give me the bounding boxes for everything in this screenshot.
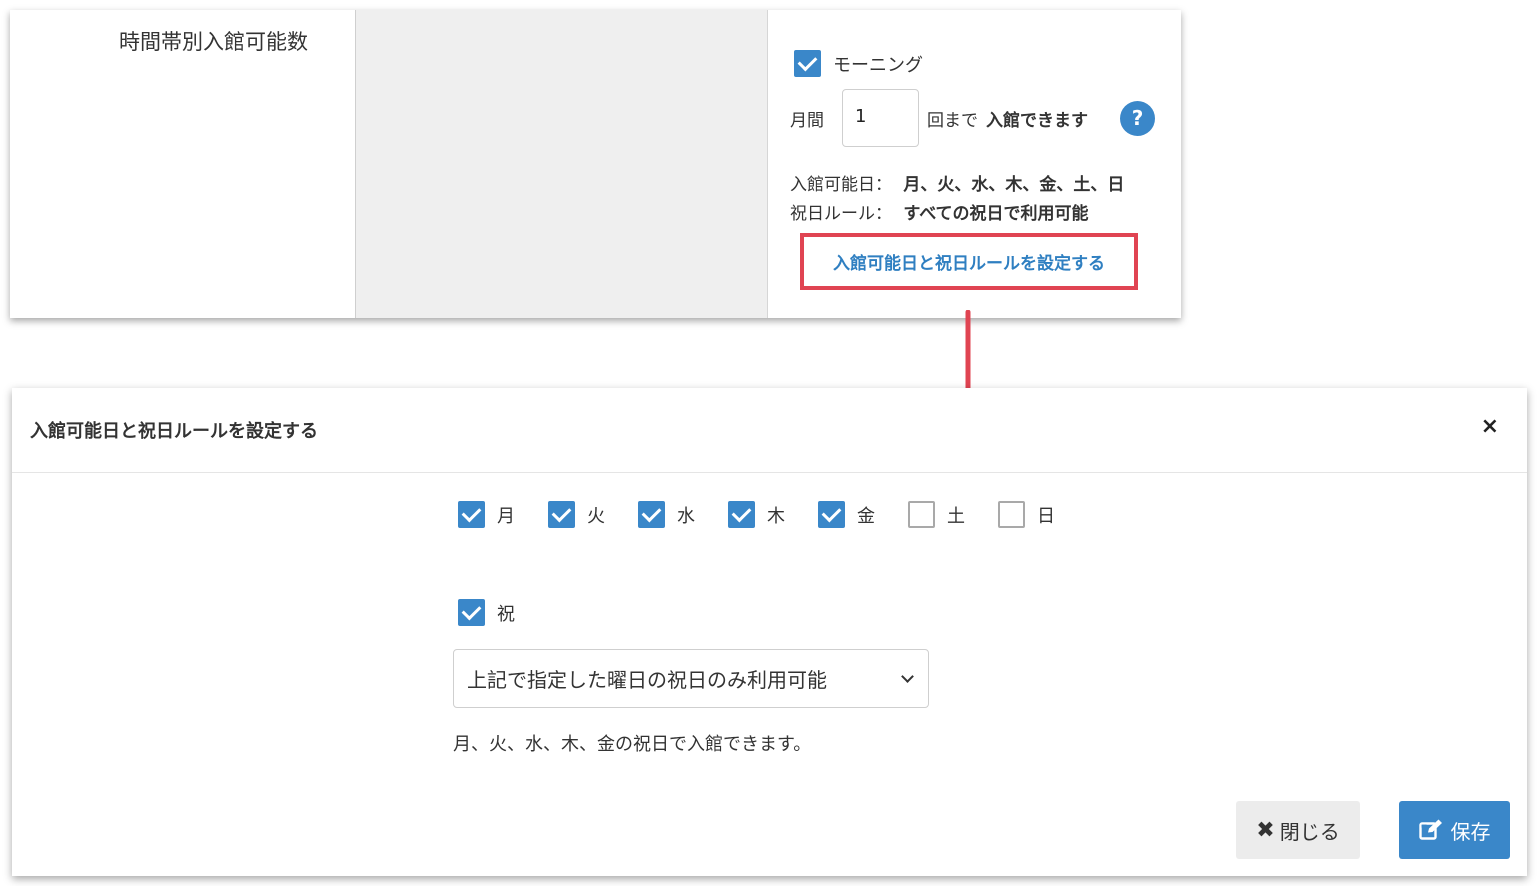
day-option-thu[interactable]: 木 (728, 501, 818, 528)
day-label: 日 (1037, 505, 1055, 527)
count-suffix: 回まで (927, 110, 978, 131)
holiday-note: 月、火、水、木、金の祝日で入館できます。 (453, 734, 812, 755)
plan-checkbox[interactable] (794, 50, 821, 77)
holiday-rule-select[interactable]: 上記で指定した曜日の祝日のみ利用可能 (453, 649, 929, 708)
edit-icon (1418, 819, 1442, 840)
checkbox[interactable] (818, 501, 845, 528)
holiday-info: 祝日ルール： すべての祝日で利用可能 (790, 199, 1089, 224)
set-days-rule-link[interactable]: 入館可能日と祝日ルールを設定する (833, 249, 1105, 274)
row-title: 時間帯別入館可能数 (119, 30, 308, 54)
modal-header: 入館可能日と祝日ルールを設定する × (12, 388, 1527, 473)
chevron-down-icon (901, 670, 914, 683)
save-button-label: 保存 (1450, 819, 1491, 844)
holiday-rule-value: 上記で指定した曜日の祝日のみ利用可能 (467, 668, 827, 692)
checkbox[interactable] (998, 501, 1025, 528)
checkbox[interactable] (458, 501, 485, 528)
close-button[interactable]: ✖ 閉じる (1236, 801, 1360, 859)
holiday-label: 祝 (497, 603, 515, 625)
modal-dialog: 入館可能日と祝日ルールを設定する × 月 火 水 木 金 土 日 祝 上記で指定… (12, 388, 1527, 876)
monthly-limit-row: 月間 1 回まで 入館できます (790, 89, 1088, 147)
day-label: 土 (947, 505, 965, 527)
checkbox[interactable] (728, 501, 755, 528)
days-info-label: 入館可能日： (790, 175, 892, 195)
day-label: 月 (497, 505, 515, 527)
day-label: 金 (857, 505, 875, 527)
holiday-info-label: 祝日ルール： (790, 204, 892, 224)
holiday-info-value: すべての祝日で利用可能 (903, 204, 1089, 224)
day-option-fri[interactable]: 金 (818, 501, 908, 528)
plan-checkbox-row[interactable]: モーニング (794, 50, 923, 77)
holiday-checkbox[interactable] (458, 599, 485, 626)
setting-table-row: 時間帯別入館可能数 モーニング 月間 1 回まで 入館できます ? 入館可能日：… (10, 10, 1181, 318)
checkbox[interactable] (908, 501, 935, 528)
day-option-wed[interactable]: 水 (638, 501, 728, 528)
save-button[interactable]: 保存 (1399, 801, 1510, 859)
day-label: 火 (587, 505, 605, 527)
plan-name: モーニング (833, 54, 923, 76)
weekday-checkboxes: 月 火 水 木 金 土 日 (458, 501, 1088, 528)
monthly-prefix: 月間 (790, 110, 824, 131)
count-input[interactable]: 1 (842, 89, 919, 147)
close-button-label: 閉じる (1279, 819, 1340, 844)
day-label: 木 (767, 505, 785, 527)
checkbox[interactable] (548, 501, 575, 528)
help-icon[interactable]: ? (1120, 101, 1155, 136)
empty-cell (356, 10, 768, 318)
close-x-icon: ✖ (1256, 817, 1275, 843)
setting-cell: モーニング 月間 1 回まで 入館できます ? 入館可能日： 月、火、水、木、金… (768, 10, 1181, 318)
count-suffix-bold: 入館できます (986, 110, 1088, 131)
highlight-box: 入館可能日と祝日ルールを設定する (800, 233, 1138, 290)
checkbox[interactable] (638, 501, 665, 528)
close-icon[interactable]: × (1481, 414, 1499, 439)
day-option-sun[interactable]: 日 (998, 501, 1088, 528)
day-label: 水 (677, 505, 695, 527)
days-info: 入館可能日： 月、火、水、木、金、土、日 (790, 170, 1124, 195)
day-option-sat[interactable]: 土 (908, 501, 998, 528)
day-option-tue[interactable]: 火 (548, 501, 638, 528)
day-option-mon[interactable]: 月 (458, 501, 548, 528)
modal-title: 入館可能日と祝日ルールを設定する (30, 421, 318, 442)
row-label-cell: 時間帯別入館可能数 (10, 10, 356, 318)
days-info-value: 月、火、水、木、金、土、日 (903, 175, 1125, 195)
holiday-option[interactable]: 祝 (458, 599, 515, 626)
